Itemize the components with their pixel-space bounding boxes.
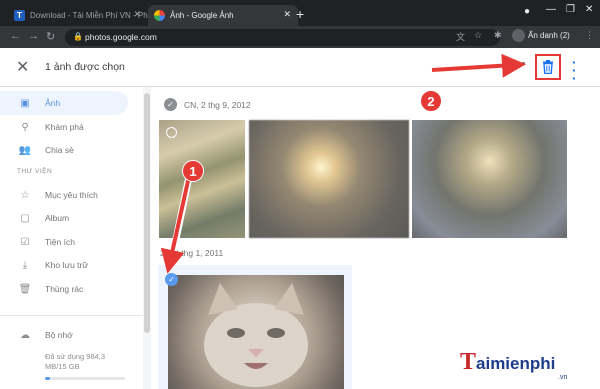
annotation-step-1: 1: [182, 160, 204, 182]
annotation-step-2: 2: [420, 90, 442, 112]
annotation-arrows: [160, 53, 526, 274]
taimienphi-watermark-logo: Taimienphi .vn: [460, 349, 568, 381]
